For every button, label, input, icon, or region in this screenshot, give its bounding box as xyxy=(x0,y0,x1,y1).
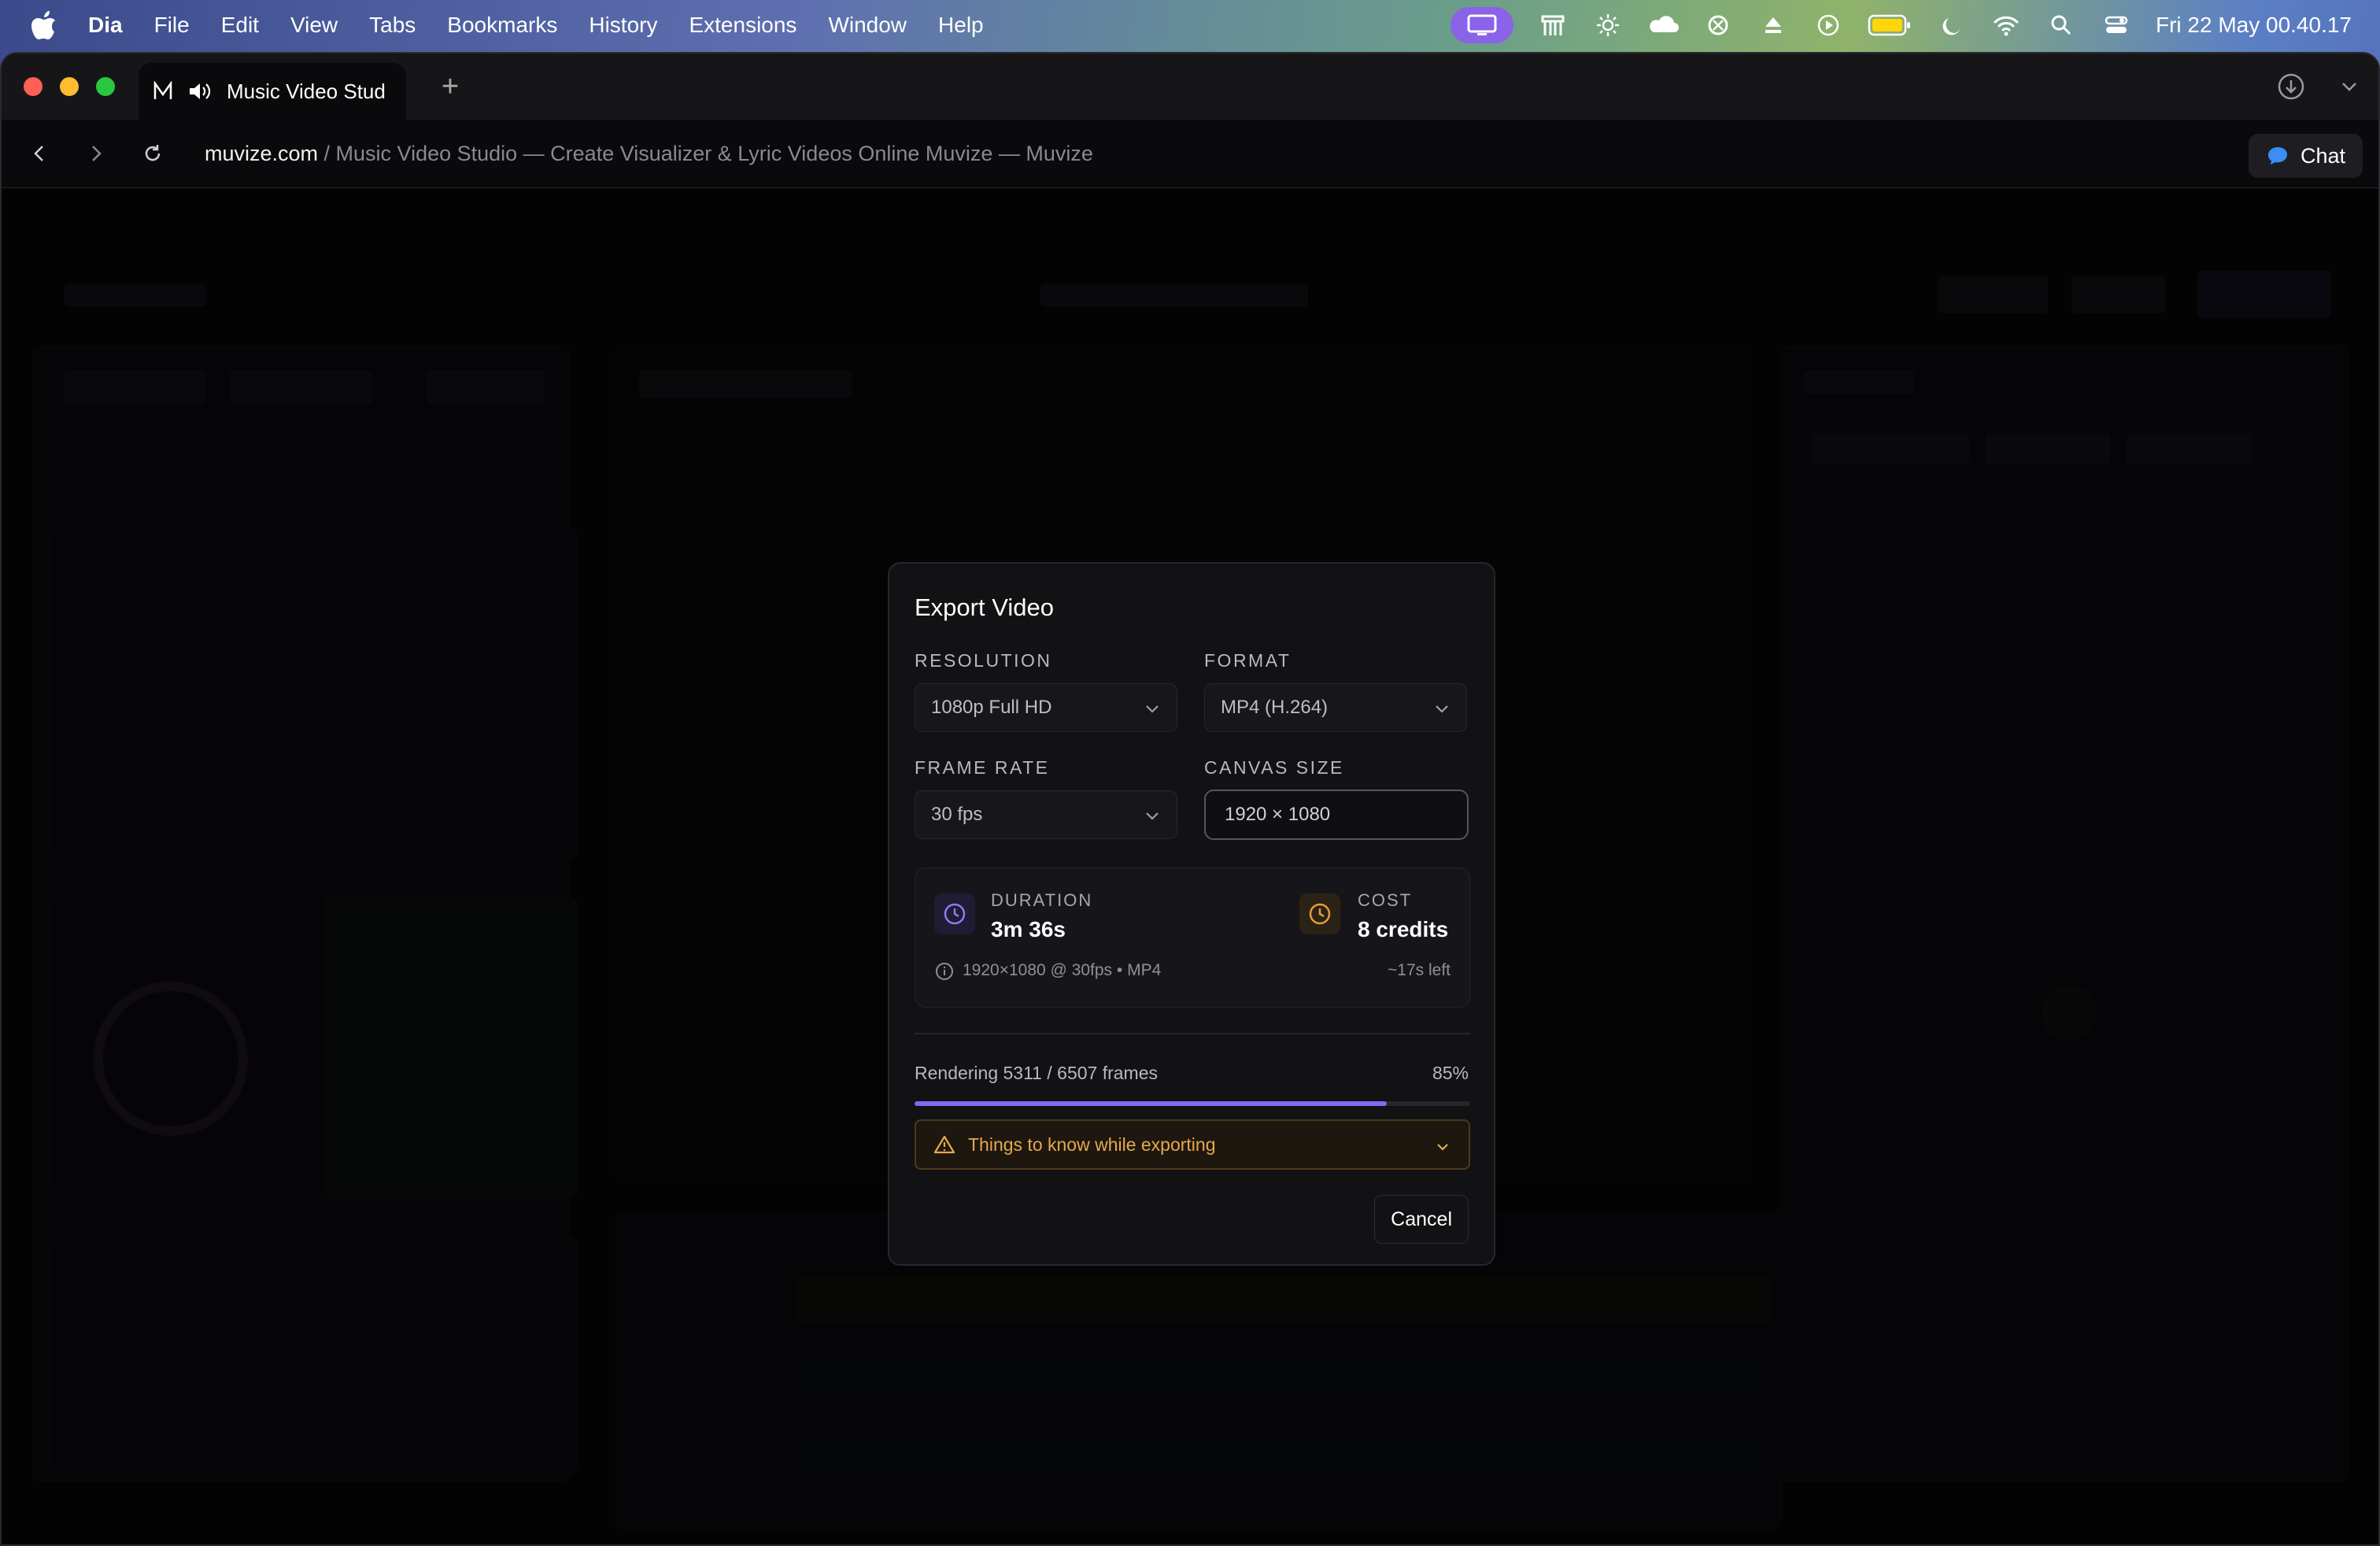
menu-clock[interactable]: Fri 22 May 00.40.17 xyxy=(2156,13,2352,38)
cost-clock-icon xyxy=(1299,893,1340,934)
resolution-value: 1080p Full HD xyxy=(931,697,1052,718)
cost-value: 8 credits xyxy=(1358,917,1449,941)
canvas-size-field[interactable]: 1920 × 1080 xyxy=(1204,790,1469,840)
cancel-button[interactable]: Cancel xyxy=(1374,1195,1469,1244)
brightness-icon[interactable] xyxy=(1592,9,1624,41)
menu-history[interactable]: History xyxy=(589,13,657,38)
chevron-down-icon xyxy=(1146,812,1159,820)
canvas-size-label: CANVAS SIZE xyxy=(1204,757,1344,778)
window-controls xyxy=(24,77,115,96)
resolution-label: RESOLUTION xyxy=(915,650,1052,671)
navigation-bar: muvize.com / Music Video Studio — Create… xyxy=(2,120,2378,188)
minimize-window-button[interactable] xyxy=(60,77,79,96)
close-window-button[interactable] xyxy=(24,77,42,96)
render-progress-bar xyxy=(915,1101,1470,1106)
export-tips-accordion[interactable]: Things to know while exporting xyxy=(915,1119,1470,1170)
reload-button[interactable] xyxy=(137,138,168,169)
duration-value: 3m 36s xyxy=(991,917,1066,941)
dialog-title: Export Video xyxy=(915,594,1054,621)
chat-button[interactable]: Chat xyxy=(2248,134,2363,178)
download-icon[interactable] xyxy=(2276,72,2306,102)
resolution-select[interactable]: 1080p Full HD xyxy=(915,683,1177,732)
menu-window[interactable]: Window xyxy=(828,13,907,38)
cloud-icon[interactable] xyxy=(1647,9,1679,41)
frame-rate-value: 30 fps xyxy=(931,804,983,825)
play-icon[interactable] xyxy=(1813,9,1844,41)
frame-rate-label: FRAME RATE xyxy=(915,757,1050,778)
format-select[interactable]: MP4 (H.264) xyxy=(1204,683,1467,732)
render-progress-percent: 85% xyxy=(1432,1063,1469,1083)
dialog-divider xyxy=(915,1033,1470,1034)
screen-share-icon[interactable] xyxy=(1450,7,1513,43)
warning-icon xyxy=(933,1135,955,1154)
menu-tabs[interactable]: Tabs xyxy=(369,13,416,38)
menu-bookmarks[interactable]: Bookmarks xyxy=(447,13,557,38)
status-area: Fri 22 May 00.40.17 xyxy=(1450,0,2352,50)
chevron-down-icon[interactable] xyxy=(2338,75,2361,98)
menu-edit[interactable]: Edit xyxy=(221,13,259,38)
time-left: ~17s left xyxy=(1388,961,1451,979)
moon-icon[interactable] xyxy=(1935,9,1967,41)
chat-label: Chat xyxy=(2300,143,2345,168)
menu-view[interactable]: View xyxy=(290,13,338,38)
muvize-favicon-icon xyxy=(153,81,172,99)
warning-text: Things to know while exporting xyxy=(968,1134,1216,1155)
info-icon xyxy=(936,963,953,980)
menu-file[interactable]: File xyxy=(154,13,190,38)
menu-help[interactable]: Help xyxy=(938,13,984,38)
control-center-icon[interactable] xyxy=(2101,9,2132,41)
apple-icon[interactable] xyxy=(28,9,60,41)
frame-rate-select[interactable]: 30 fps xyxy=(915,790,1177,839)
search-icon[interactable] xyxy=(2046,9,2077,41)
duration-label: DURATION xyxy=(991,890,1093,910)
format-value: MP4 (H.264) xyxy=(1221,697,1329,718)
chevron-down-icon xyxy=(1436,705,1448,713)
battery-icon[interactable] xyxy=(1868,9,1912,41)
forward-button[interactable] xyxy=(80,138,112,169)
speaker-icon[interactable] xyxy=(187,81,213,102)
format-label: FORMAT xyxy=(1204,650,1292,671)
new-tab-button[interactable]: + xyxy=(434,70,466,104)
clock-icon xyxy=(934,893,975,934)
menu-extensions[interactable]: Extensions xyxy=(689,13,796,38)
menu-app-name[interactable]: Dia xyxy=(88,13,123,38)
back-button[interactable] xyxy=(24,138,55,169)
tab-title: Music Video Stud xyxy=(227,79,386,103)
openai-icon[interactable] xyxy=(1702,9,1734,41)
tab-music-video-studio[interactable]: Music Video Stud xyxy=(139,63,406,120)
menu-bar: Dia File Edit View Tabs Bookmarks Histor… xyxy=(0,0,2380,50)
cost-label: COST xyxy=(1358,890,1413,910)
tab-bar: Music Video Stud + xyxy=(2,54,2378,120)
url-host: muvize.com xyxy=(205,141,319,165)
chevron-down-icon xyxy=(1146,705,1159,713)
wifi-icon[interactable] xyxy=(1990,9,2022,41)
tabbar-right-controls xyxy=(2276,54,2361,120)
address-bar[interactable]: muvize.com / Music Video Studio — Create… xyxy=(205,142,1093,166)
render-progress-fill xyxy=(915,1101,1388,1106)
browser-window: Music Video Stud + muvize.com / Music Vi… xyxy=(0,52,2380,1546)
eject-icon[interactable] xyxy=(1757,9,1789,41)
url-path: / Music Video Studio — Create Visualizer… xyxy=(318,141,1093,165)
render-progress-label: Rendering 5311 / 6507 frames xyxy=(915,1063,1158,1083)
chevron-down-icon xyxy=(1437,1144,1448,1151)
maximize-window-button[interactable] xyxy=(96,77,115,96)
chat-bubble-icon xyxy=(2267,147,2287,165)
export-video-dialog: Export Video RESOLUTION 1080p Full HD FO… xyxy=(888,562,1495,1266)
export-spec-summary: 1920×1080 @ 30fps • MP4 xyxy=(963,961,1162,979)
dock-app-icon[interactable] xyxy=(1537,9,1569,41)
export-summary-card: DURATION 3m 36s COST 8 credits 1920×1080… xyxy=(915,867,1470,1008)
